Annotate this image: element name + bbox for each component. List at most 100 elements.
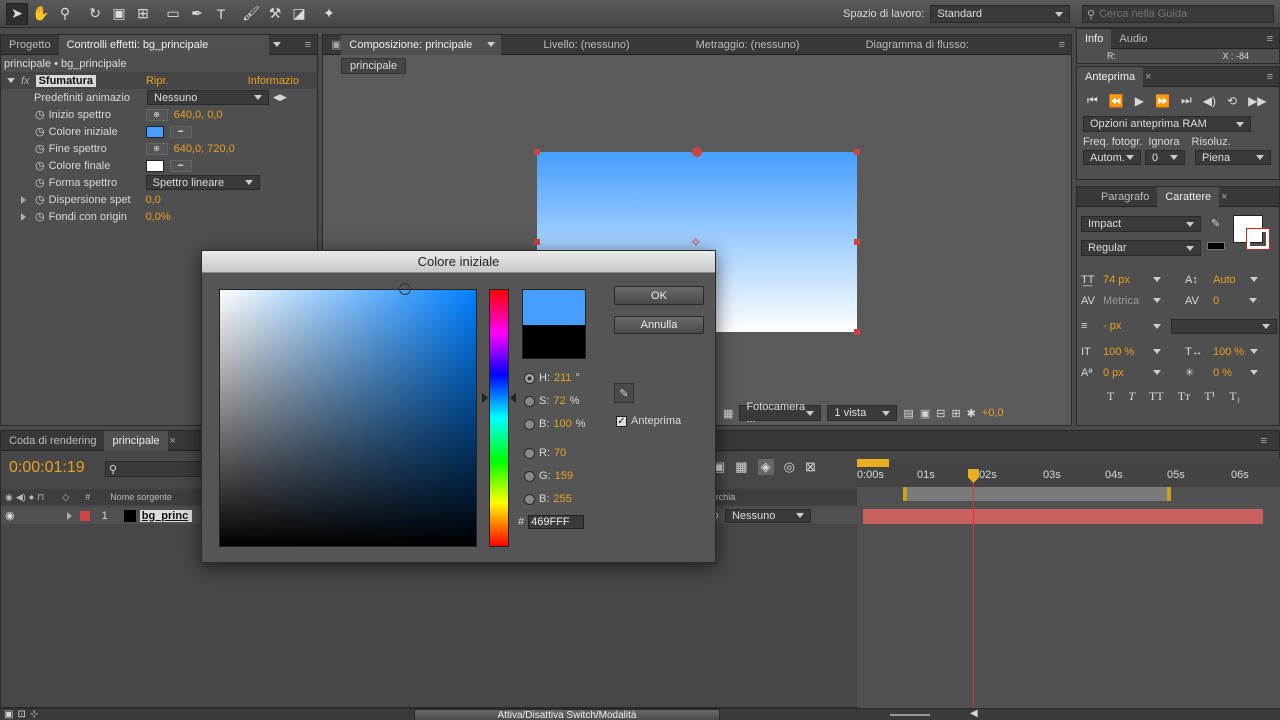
expand-panel-icon[interactable]: ⊡: [17, 709, 25, 720]
canvas-handle[interactable]: [854, 239, 860, 245]
stopwatch-icon[interactable]: ◷: [35, 108, 45, 121]
crosshair-icon[interactable]: ⊕: [145, 108, 168, 121]
ok-button[interactable]: OK: [614, 286, 704, 305]
time-graph[interactable]: 0:00s 01s 02s 03s 04s 05s 06s: [857, 459, 1280, 709]
leading-value[interactable]: Auto: [1213, 274, 1236, 286]
expand-icon[interactable]: [7, 78, 15, 83]
selection-tool-icon[interactable]: ➤: [6, 2, 28, 25]
saturation-radio[interactable]: [524, 395, 535, 407]
blue-radio[interactable]: [524, 493, 535, 505]
hue-radio[interactable]: [524, 372, 535, 384]
audio-icon[interactable]: ◀): [16, 492, 26, 503]
preview-checkbox[interactable]: ✓: [616, 415, 627, 427]
chevron-down-icon[interactable]: [1153, 349, 1161, 354]
eyedropper-icon[interactable]: ✎: [1211, 217, 1220, 230]
black-swatch[interactable]: [1207, 242, 1225, 250]
tab-info[interactable]: Info: [1077, 28, 1112, 49]
brainstorm-icon[interactable]: ⊠: [805, 459, 816, 475]
lock-icon[interactable]: ▣: [331, 38, 341, 51]
hue-arrow-right-icon[interactable]: [510, 393, 516, 403]
draft-3d-icon[interactable]: ▦: [735, 459, 747, 475]
tab-timeline-comp[interactable]: principale: [104, 430, 168, 451]
original-color-swatch[interactable]: [523, 325, 585, 358]
timeline-search[interactable]: ⚲: [105, 461, 205, 477]
cancel-button[interactable]: Annulla: [614, 316, 704, 334]
chevron-down-icon[interactable]: [1153, 370, 1161, 375]
layer-name[interactable]: bg_princ: [139, 509, 192, 522]
panel-menu-icon[interactable]: ≡: [1267, 33, 1273, 45]
rectangle-tool-icon[interactable]: ▭: [162, 3, 184, 25]
first-frame-icon[interactable]: ⏮: [1087, 93, 1098, 108]
ram-options-dropdown[interactable]: Opzioni anteprima RAM: [1083, 116, 1251, 132]
tab-project[interactable]: Progetto: [1, 35, 59, 55]
tab-audio[interactable]: Audio: [1111, 29, 1155, 49]
tab-preview[interactable]: Anteprima: [1077, 66, 1144, 87]
exposure-value[interactable]: +0,0: [982, 407, 1004, 419]
stroke-color-swatch[interactable]: [1246, 228, 1270, 250]
vertical-scale-value[interactable]: 100 %: [1103, 346, 1153, 358]
clone-stamp-tool-icon[interactable]: ⚒: [264, 3, 286, 25]
chevron-down-icon[interactable]: [1249, 298, 1258, 303]
blend-value[interactable]: 0,0%: [146, 211, 171, 223]
timeline-icon[interactable]: ⊟: [936, 407, 945, 420]
switches-icon[interactable]: ⊹: [30, 709, 38, 720]
work-area-start[interactable]: [857, 459, 889, 467]
chevron-down-icon[interactable]: [1153, 277, 1161, 282]
panel-menu-icon[interactable]: ≡: [305, 39, 311, 51]
stopwatch-icon[interactable]: ◷: [35, 159, 45, 172]
tab-paragraph[interactable]: Paragrafo: [1093, 187, 1157, 207]
stopwatch-icon[interactable]: ◷: [35, 176, 45, 189]
puppet-tool-icon[interactable]: ✦: [318, 3, 340, 25]
stopwatch-icon[interactable]: ◷: [35, 210, 45, 223]
current-timecode[interactable]: 0:00:01:19: [9, 459, 85, 477]
brightness-value[interactable]: 100: [553, 418, 571, 430]
layer-label-color[interactable]: [79, 510, 90, 521]
close-icon[interactable]: ×: [170, 435, 176, 447]
hand-tool-icon[interactable]: ✋: [30, 3, 52, 25]
stopwatch-icon[interactable]: ◷: [35, 193, 45, 206]
faux-bold-icon[interactable]: T: [1107, 389, 1114, 404]
start-color-swatch[interactable]: [145, 125, 164, 138]
ram-preview-icon[interactable]: ▶▶: [1248, 94, 1266, 108]
solo-icon[interactable]: ●: [29, 492, 34, 502]
tab-composition[interactable]: Composizione: principale: [341, 34, 502, 55]
all-caps-icon[interactable]: TT: [1149, 389, 1164, 404]
label-icon[interactable]: ◇: [62, 492, 69, 503]
blue-value[interactable]: 255: [553, 493, 571, 505]
layout-icon[interactable]: ▤: [903, 407, 913, 420]
zoom-slider[interactable]: [890, 714, 930, 716]
expand-icon[interactable]: [66, 511, 72, 520]
eyedropper-icon[interactable]: ━: [169, 125, 192, 138]
panel-menu-icon[interactable]: ≡: [1267, 71, 1273, 83]
lock-icon[interactable]: ⊓: [37, 492, 44, 503]
fx-icon[interactable]: fx: [21, 75, 30, 87]
text-tool-icon[interactable]: T: [210, 3, 232, 25]
graph-editor-icon[interactable]: ◎: [784, 459, 795, 475]
loop-icon[interactable]: ⟲: [1227, 94, 1237, 108]
playhead-line[interactable]: [973, 471, 974, 709]
expand-icon[interactable]: [21, 195, 26, 204]
color-field-cursor[interactable]: [399, 283, 411, 295]
comp-settings-icon[interactable]: ▣: [4, 709, 13, 720]
subscript-icon[interactable]: T₁: [1229, 389, 1241, 404]
chevron-down-icon[interactable]: [1249, 277, 1258, 282]
layer-duration-bar[interactable]: [863, 509, 1263, 524]
green-value[interactable]: 159: [555, 470, 573, 482]
chevron-down-icon[interactable]: [1249, 370, 1258, 375]
faux-italic-icon[interactable]: T: [1128, 389, 1135, 404]
effect-name[interactable]: Sfumatura: [35, 74, 96, 87]
crosshair-icon[interactable]: ⊕: [145, 142, 168, 155]
red-value[interactable]: 70: [554, 447, 566, 459]
close-icon[interactable]: ×: [1221, 191, 1227, 203]
tracking-value[interactable]: 0: [1213, 295, 1219, 307]
chevron-down-icon[interactable]: [1153, 323, 1161, 329]
chevron-down-icon[interactable]: [1250, 349, 1259, 354]
canvas-handle[interactable]: [854, 149, 860, 155]
eyedropper-icon[interactable]: ✎: [614, 383, 634, 403]
brush-tool-icon[interactable]: 🖌: [240, 3, 262, 25]
chevron-down-icon[interactable]: [272, 42, 281, 47]
visibility-icon[interactable]: ◉: [5, 509, 15, 522]
effect-reset-link[interactable]: Ripr.: [146, 75, 169, 87]
anchor-point-icon[interactable]: ✧: [690, 234, 702, 251]
stopwatch-icon[interactable]: ◷: [35, 125, 45, 138]
